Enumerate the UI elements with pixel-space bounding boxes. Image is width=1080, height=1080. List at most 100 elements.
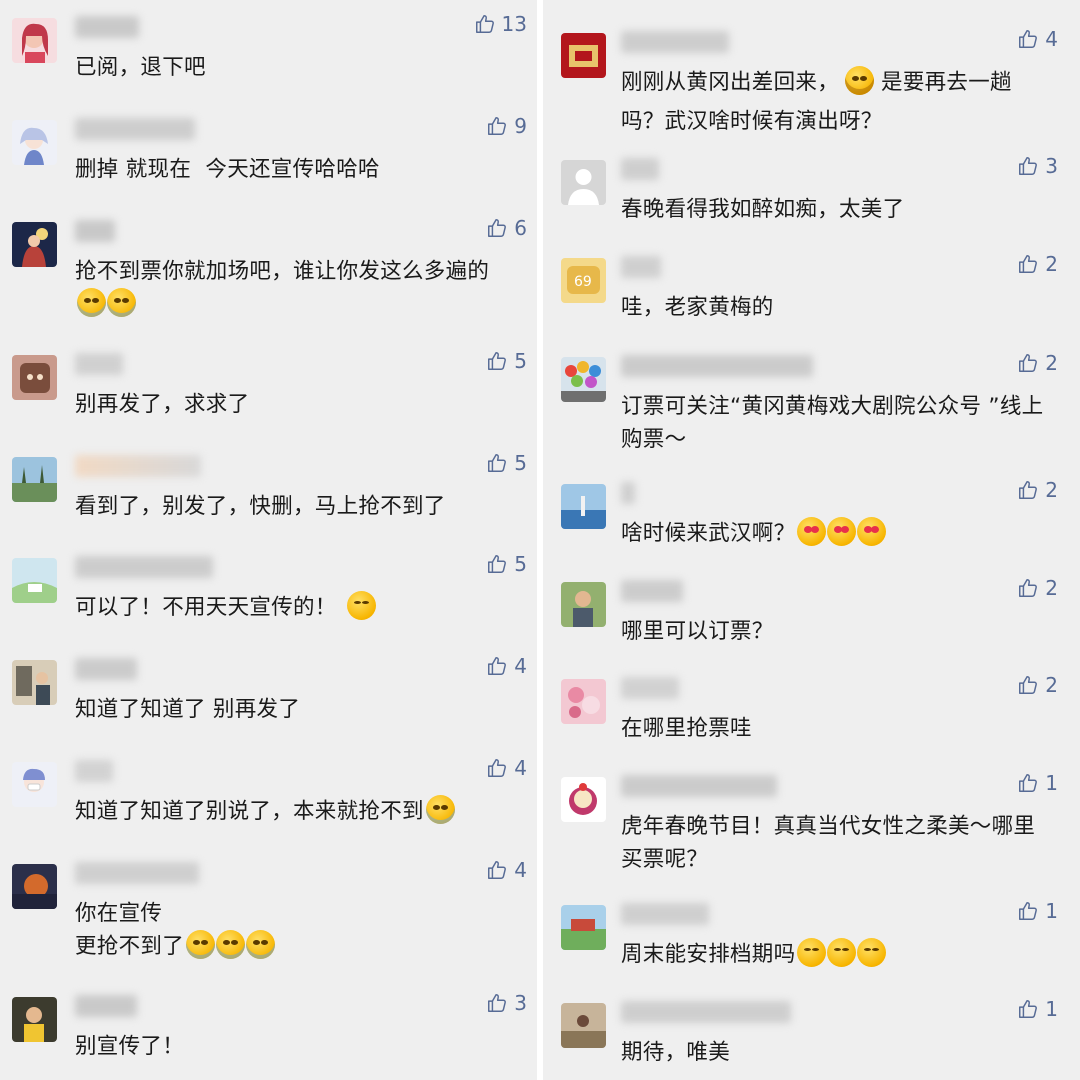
avatar[interactable] xyxy=(12,18,57,63)
comment-text: 订票可关注“黄冈黄梅戏大剧院公众号 ”线上 购票～ xyxy=(621,394,1044,452)
avatar[interactable]: 69 xyxy=(561,258,606,303)
heart-eyes-face-icon xyxy=(797,517,827,546)
like-count: 4 xyxy=(514,756,527,780)
like-button[interactable]: 1 xyxy=(1017,771,1058,795)
avatar[interactable] xyxy=(561,1003,606,1048)
like-button[interactable]: 2 xyxy=(1017,673,1058,697)
like-button[interactable]: 2 xyxy=(1017,478,1058,502)
like-button[interactable]: 5 xyxy=(486,349,527,373)
comment-text: 春晚看得我如醉如痴，太美了 xyxy=(621,197,905,222)
blurred-nickname xyxy=(75,220,115,242)
like-count: 2 xyxy=(1045,252,1058,276)
avatar[interactable] xyxy=(561,679,606,724)
emoji-group xyxy=(186,930,276,969)
avatar[interactable] xyxy=(12,355,57,400)
comment-text: 抢不到票你就加场吧，谁让你发这么多遍的 xyxy=(75,255,525,327)
emoji-group xyxy=(797,517,887,556)
svg-text:69: 69 xyxy=(574,274,592,290)
avatar[interactable] xyxy=(561,357,606,402)
avatar[interactable] xyxy=(12,222,57,267)
comment-text: 删掉 就现在 今天还宣传哈哈哈 xyxy=(75,157,380,182)
heart-eyes-face-icon xyxy=(857,517,887,546)
like-button[interactable]: 6 xyxy=(486,216,527,240)
like-button[interactable]: 4 xyxy=(1017,27,1058,51)
like-button[interactable]: 13 xyxy=(474,12,527,36)
thumbs-up-icon xyxy=(486,757,508,779)
thumbs-up-icon xyxy=(1017,674,1039,696)
thumbs-up-icon xyxy=(1017,479,1039,501)
comment-text: 别再发了，求求了 xyxy=(75,392,250,417)
like-button[interactable]: 3 xyxy=(486,991,527,1015)
pleading-face-icon xyxy=(425,795,455,824)
like-count: 1 xyxy=(1045,899,1058,923)
thumbs-up-icon xyxy=(486,553,508,575)
blurred-nickname xyxy=(621,158,659,180)
thumbs-up-icon xyxy=(1017,900,1039,922)
avatar[interactable] xyxy=(12,457,57,502)
like-button[interactable]: 2 xyxy=(1017,252,1058,276)
emoji-group xyxy=(845,66,875,105)
avatar[interactable] xyxy=(12,558,57,603)
thumbs-up-icon xyxy=(486,452,508,474)
thumbs-up-icon xyxy=(1017,155,1039,177)
comment-text: 哪里可以订票？ xyxy=(621,619,774,644)
comment-text: 别宣传了！ xyxy=(75,1034,185,1059)
avatar[interactable] xyxy=(12,660,57,705)
like-button[interactable]: 2 xyxy=(1017,576,1058,600)
thumbs-up-icon xyxy=(486,350,508,372)
comment-list-right[interactable]: 4 刚刚从黄冈出差回来， 是要再去一趟 吗？武汉啥时候有演出呀？ 3 春晚看得我如… xyxy=(543,0,1080,1080)
avatar[interactable] xyxy=(561,777,606,822)
like-button[interactable]: 9 xyxy=(486,114,527,138)
avatar[interactable] xyxy=(561,160,606,205)
comment-text: 啥时候来武汉啊？ xyxy=(621,517,1061,556)
comment-text: 知道了知道了别说了，本来就抢不到 xyxy=(75,795,525,834)
avatar[interactable] xyxy=(561,33,606,78)
like-count: 2 xyxy=(1045,673,1058,697)
like-button[interactable]: 1 xyxy=(1017,899,1058,923)
like-count: 4 xyxy=(514,654,527,678)
loudly-crying-face-icon xyxy=(216,930,246,959)
laughing-face-icon xyxy=(845,66,875,95)
comment-text: 知道了知道了 别再发了 xyxy=(75,697,301,722)
smiling-face-icon xyxy=(827,938,857,967)
like-count: 3 xyxy=(514,991,527,1015)
like-count: 1 xyxy=(1045,771,1058,795)
like-button[interactable]: 1 xyxy=(1017,997,1058,1021)
blurred-nickname xyxy=(75,760,113,782)
like-count: 2 xyxy=(1045,478,1058,502)
loudly-crying-face-icon xyxy=(186,930,216,959)
avatar[interactable] xyxy=(561,582,606,627)
thumbs-up-icon xyxy=(1017,772,1039,794)
blurred-nickname xyxy=(75,995,137,1017)
like-count: 3 xyxy=(1045,154,1058,178)
thumbs-up-icon xyxy=(1017,577,1039,599)
like-button[interactable]: 3 xyxy=(1017,154,1058,178)
blurred-nickname xyxy=(621,256,661,278)
like-button[interactable]: 2 xyxy=(1017,351,1058,375)
comment-text: 周末能安排档期吗 xyxy=(621,938,1061,977)
like-button[interactable]: 4 xyxy=(486,858,527,882)
avatar[interactable] xyxy=(561,484,606,529)
comment-text: 刚刚从黄冈出差回来， 是要再去一趟 吗？武汉啥时候有演出呀？ xyxy=(621,66,1061,138)
blurred-nickname xyxy=(75,16,139,38)
blurred-nickname xyxy=(75,455,201,477)
avatar[interactable] xyxy=(12,120,57,165)
blurred-nickname xyxy=(75,862,199,884)
like-button[interactable]: 4 xyxy=(486,756,527,780)
like-button[interactable]: 4 xyxy=(486,654,527,678)
blurred-nickname xyxy=(621,355,813,377)
thumbs-up-icon xyxy=(486,992,508,1014)
thumbs-up-icon xyxy=(1017,352,1039,374)
like-count: 5 xyxy=(514,451,527,475)
blurred-nickname xyxy=(75,658,137,680)
avatar[interactable] xyxy=(12,997,57,1042)
like-button[interactable]: 5 xyxy=(486,552,527,576)
blurred-nickname xyxy=(621,482,635,504)
like-count: 13 xyxy=(501,12,527,36)
like-button[interactable]: 5 xyxy=(486,451,527,475)
avatar[interactable] xyxy=(561,905,606,950)
like-count: 9 xyxy=(514,114,527,138)
avatar[interactable] xyxy=(12,864,57,909)
comment-list-left[interactable]: 13 已阅，退下吧 9 删掉 就现在 今天还宣传哈哈哈 6 抢不到票你就加场吧，… xyxy=(0,0,537,1080)
avatar[interactable] xyxy=(12,762,57,807)
